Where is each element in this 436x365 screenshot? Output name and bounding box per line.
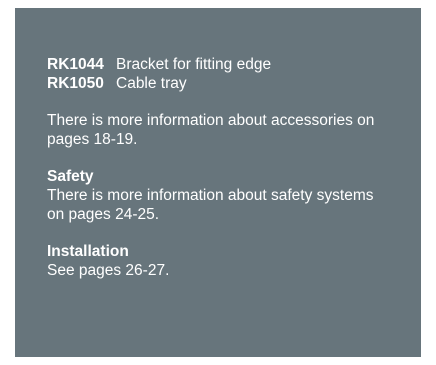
accessory-description: Bracket for fitting edge (116, 56, 272, 73)
safety-heading: Safety (47, 168, 94, 185)
safety-section: Safety There is more information about s… (47, 167, 421, 224)
accessories-info-text: There is more information about accessor… (47, 112, 375, 148)
accessory-code: RK1044 (47, 56, 104, 73)
accessory-row: RK1050 Cable tray (47, 74, 271, 93)
accessories-list: RK1044 Bracket for fitting edge RK1050 C… (47, 55, 271, 93)
safety-text: There is more information about safety s… (47, 187, 374, 223)
accessory-code: RK1050 (47, 75, 104, 92)
installation-heading: Installation (47, 243, 129, 260)
info-panel: RK1044 Bracket for fitting edge RK1050 C… (15, 8, 421, 357)
installation-section: Installation See pages 26-27. (47, 242, 421, 280)
installation-text: See pages 26-27. (47, 262, 170, 279)
accessory-row: RK1044 Bracket for fitting edge (47, 55, 271, 74)
accessory-description: Cable tray (116, 75, 187, 92)
